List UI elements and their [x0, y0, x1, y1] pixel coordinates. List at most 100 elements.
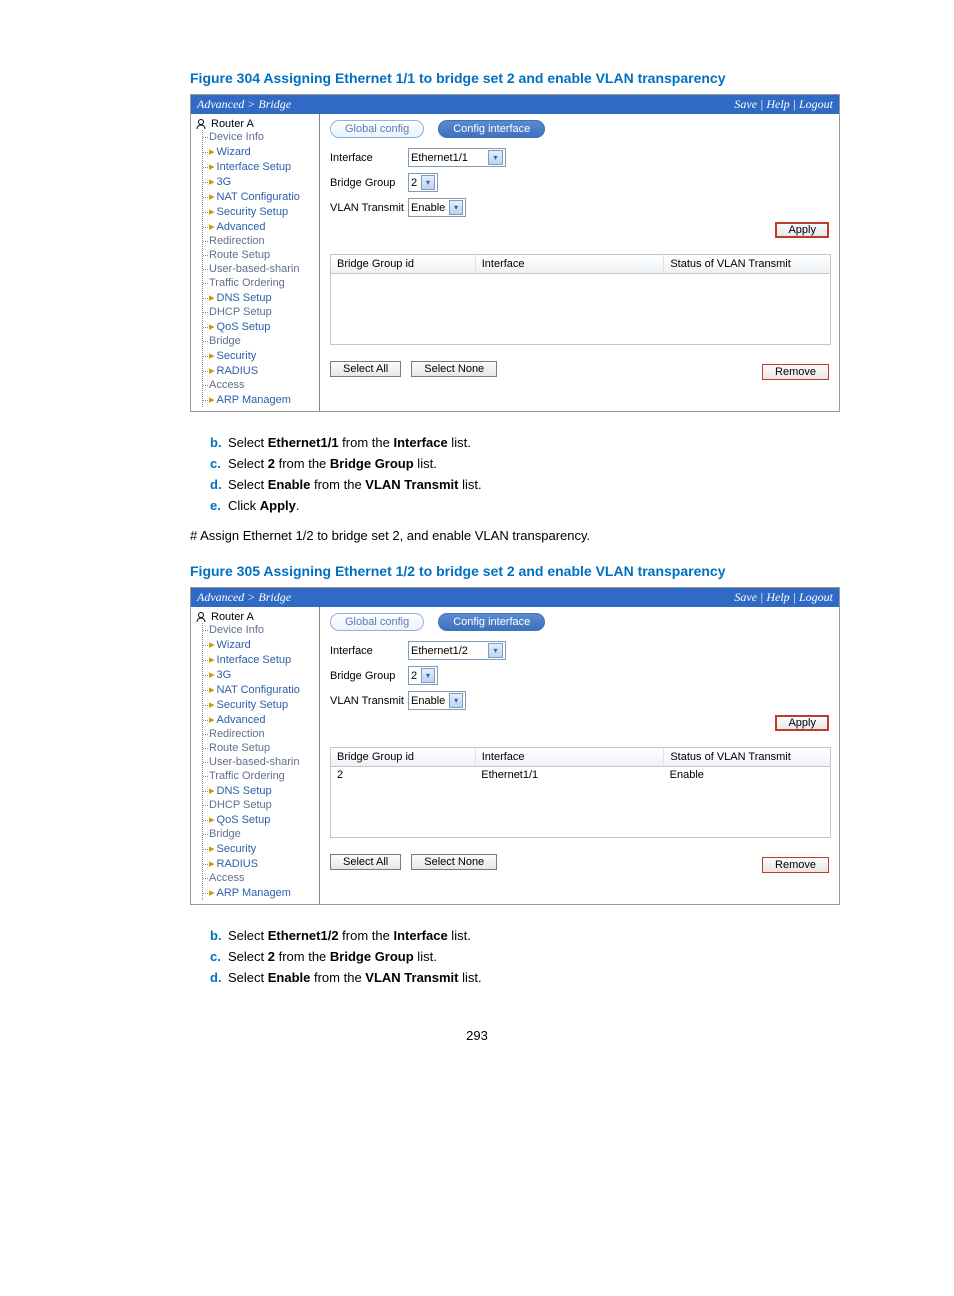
tree-item[interactable]: ▸Security Setup	[203, 697, 319, 712]
tree-item[interactable]: DHCP Setup	[203, 305, 319, 319]
folder-icon: ▸	[209, 699, 215, 711]
tree-item-label: QoS Setup	[217, 814, 271, 826]
remove-button[interactable]: Remove	[762, 364, 829, 380]
tree-item[interactable]: ▸RADIUS	[203, 856, 319, 871]
table-row[interactable]: 2 Ethernet1/1 Enable	[331, 767, 830, 783]
tree-item-label: Wizard	[217, 639, 251, 651]
tree-item-label: Redirection	[209, 728, 265, 740]
tree-item-label: Device Info	[209, 624, 264, 636]
tree-item[interactable]: ▸Advanced	[203, 219, 319, 234]
tree-item[interactable]: ▸Security	[203, 841, 319, 856]
tree-item[interactable]: User-based-sharin	[203, 755, 319, 769]
bridge-table: Bridge Group id Interface Status of VLAN…	[330, 254, 831, 345]
tree-item-label: Security Setup	[217, 699, 289, 711]
bridge-group-value: 2	[411, 177, 417, 189]
tree-item[interactable]: ▸3G	[203, 174, 319, 189]
tree-item[interactable]: Access	[203, 378, 319, 392]
col-interface: Interface	[476, 748, 665, 766]
tree-item[interactable]: ▸DNS Setup	[203, 290, 319, 305]
tree-item[interactable]: Access	[203, 871, 319, 885]
tree-root-label: Router A	[211, 118, 254, 130]
tree-item-label: DHCP Setup	[209, 799, 272, 811]
apply-button[interactable]: Apply	[775, 715, 829, 731]
header-links[interactable]: Save | Help | Logout	[734, 590, 833, 605]
vlan-transmit-label: VLAN Transmit	[330, 695, 408, 707]
router-icon	[195, 118, 207, 130]
tree-item[interactable]: DHCP Setup	[203, 798, 319, 812]
tree-item-label: Traffic Ordering	[209, 770, 285, 782]
vlan-transmit-value: Enable	[411, 202, 445, 214]
remove-button[interactable]: Remove	[762, 857, 829, 873]
vlan-transmit-select[interactable]: Enable ▾	[408, 198, 466, 217]
select-all-button[interactable]: Select All	[330, 854, 401, 870]
tree-item[interactable]: Traffic Ordering	[203, 276, 319, 290]
tree-item[interactable]: Route Setup	[203, 248, 319, 262]
tree-item[interactable]: ▸NAT Configuratio	[203, 682, 319, 697]
tab-config-interface[interactable]: Config interface	[438, 120, 545, 138]
tree-item[interactable]: ▸Security	[203, 348, 319, 363]
tree-item[interactable]: ▸Wizard	[203, 144, 319, 159]
tree-item[interactable]: Traffic Ordering	[203, 769, 319, 783]
tree-item[interactable]: Device Info	[203, 130, 319, 144]
folder-icon: ▸	[209, 161, 215, 173]
interface-label: Interface	[330, 152, 408, 164]
router-icon	[195, 611, 207, 623]
tab-global-config[interactable]: Global config	[330, 120, 424, 138]
tree-item[interactable]: ▸RADIUS	[203, 363, 319, 378]
tree-root[interactable]: Router A	[191, 611, 319, 623]
tree-item[interactable]: ▸Security Setup	[203, 204, 319, 219]
interface-value: Ethernet1/2	[411, 645, 468, 657]
tree-item[interactable]: Redirection	[203, 727, 319, 741]
tree-item-label: Device Info	[209, 131, 264, 143]
apply-button[interactable]: Apply	[775, 222, 829, 238]
tree-item[interactable]: ▸NAT Configuratio	[203, 189, 319, 204]
step-b: b.Select Ethernet1/1 from the Interface …	[210, 432, 764, 453]
select-none-button[interactable]: Select None	[411, 361, 497, 377]
tree-item-label: DNS Setup	[217, 785, 272, 797]
vlan-transmit-label: VLAN Transmit	[330, 202, 408, 214]
folder-icon: ▸	[209, 669, 215, 681]
tree-item[interactable]: ▸Interface Setup	[203, 652, 319, 667]
tree-item[interactable]: ▸Interface Setup	[203, 159, 319, 174]
tree-item[interactable]: ▸DNS Setup	[203, 783, 319, 798]
step-d: d.Select Enable from the VLAN Transmit l…	[210, 967, 764, 988]
col-interface: Interface	[476, 255, 665, 273]
tree-item[interactable]: ▸ARP Managem	[203, 392, 319, 407]
select-all-button[interactable]: Select All	[330, 361, 401, 377]
tree-item[interactable]: ▸QoS Setup	[203, 812, 319, 827]
tab-global-config[interactable]: Global config	[330, 613, 424, 631]
tree-item-label: Access	[209, 872, 244, 884]
figure-304-title: Figure 304 Assigning Ethernet 1/1 to bri…	[190, 70, 764, 86]
tree-item[interactable]: ▸QoS Setup	[203, 319, 319, 334]
tree-item[interactable]: Bridge	[203, 334, 319, 348]
step-e: e.Click Apply.	[210, 495, 764, 516]
chevron-down-icon: ▾	[449, 200, 463, 215]
header-links[interactable]: Save | Help | Logout	[734, 97, 833, 112]
tree-item[interactable]: Device Info	[203, 623, 319, 637]
header-bar: Advanced > Bridge Save | Help | Logout	[191, 95, 839, 114]
folder-icon: ▸	[209, 394, 215, 406]
tree-item[interactable]: Bridge	[203, 827, 319, 841]
vlan-transmit-select[interactable]: Enable ▾	[408, 691, 466, 710]
tree-root[interactable]: Router A	[191, 118, 319, 130]
folder-icon: ▸	[209, 176, 215, 188]
tree-item[interactable]: Redirection	[203, 234, 319, 248]
tree-item[interactable]: ▸ARP Managem	[203, 885, 319, 900]
tab-config-interface[interactable]: Config interface	[438, 613, 545, 631]
bridge-group-select[interactable]: 2 ▾	[408, 173, 438, 192]
folder-icon: ▸	[209, 858, 215, 870]
breadcrumb: Advanced > Bridge	[197, 590, 291, 605]
interface-select[interactable]: Ethernet1/2 ▾	[408, 641, 506, 660]
tree-item[interactable]: ▸3G	[203, 667, 319, 682]
tree-item[interactable]: User-based-sharin	[203, 262, 319, 276]
bridge-table: Bridge Group id Interface Status of VLAN…	[330, 747, 831, 838]
tree-item[interactable]: ▸Advanced	[203, 712, 319, 727]
folder-icon: ▸	[209, 191, 215, 203]
tree-item-label: Wizard	[217, 146, 251, 158]
select-none-button[interactable]: Select None	[411, 854, 497, 870]
nav-tree: Router A Device Info▸Wizard▸Interface Se…	[191, 114, 320, 411]
tree-item[interactable]: ▸Wizard	[203, 637, 319, 652]
tree-item[interactable]: Route Setup	[203, 741, 319, 755]
interface-select[interactable]: Ethernet1/1 ▾	[408, 148, 506, 167]
bridge-group-select[interactable]: 2 ▾	[408, 666, 438, 685]
